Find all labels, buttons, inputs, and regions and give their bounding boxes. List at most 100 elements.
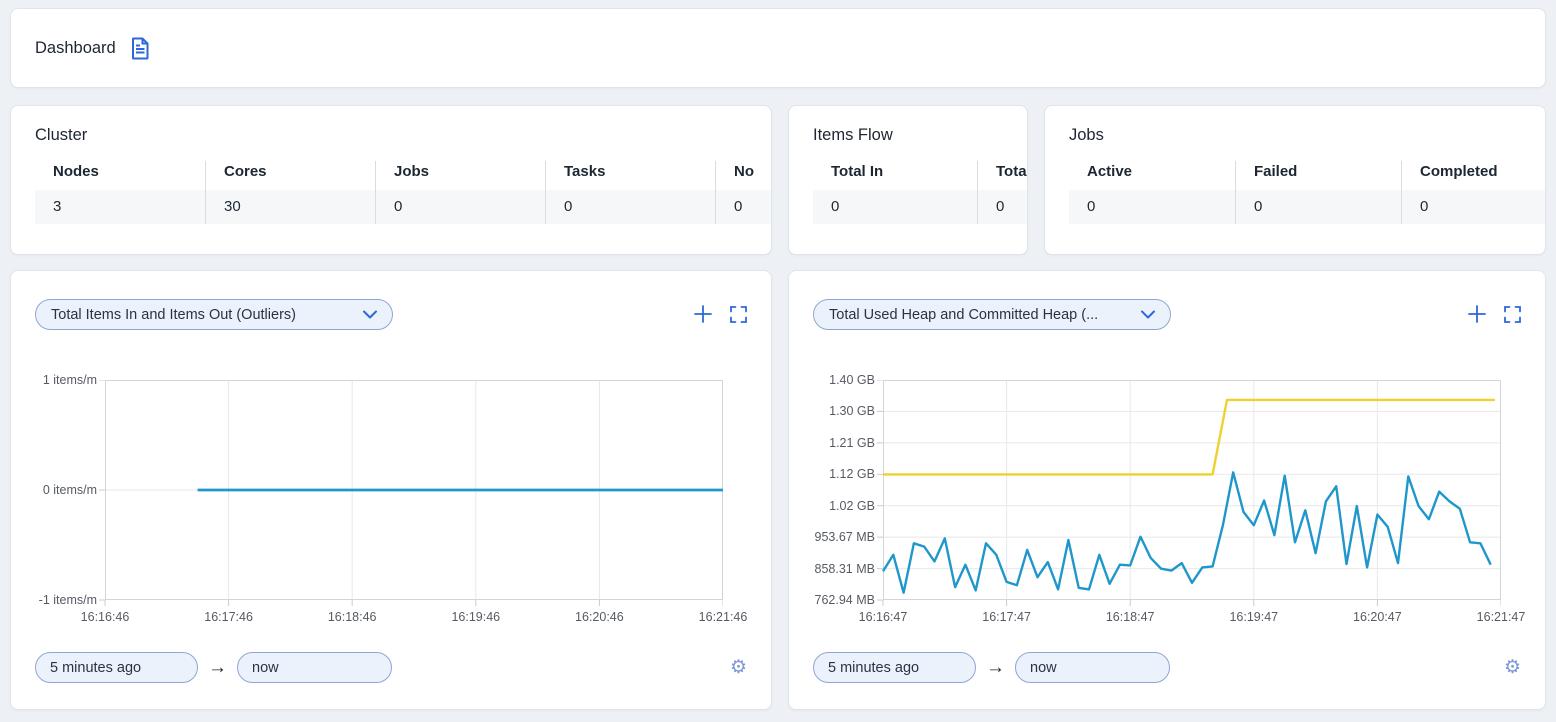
- cluster-stats-table: Nodes 3 Cores 30 Jobs 0 Tasks 0 No 0: [35, 161, 772, 224]
- stat-header: Nodes: [35, 161, 205, 185]
- items-flow-card: Items Flow Total In 0 Total Out 0: [788, 105, 1028, 255]
- stat-header: Tasks: [546, 161, 715, 185]
- jobs-stats-table: Active 0 Failed 0 Completed 0: [1069, 161, 1546, 224]
- panel-actions: [1468, 305, 1521, 323]
- stat-column-nodes: Nodes 3: [35, 161, 205, 224]
- stat-value: 0: [1236, 190, 1401, 224]
- x-axis-tick-label: 16:19:46: [451, 610, 500, 624]
- fullscreen-icon: [730, 306, 747, 323]
- y-axis-tick-label: 1.12 GB: [829, 467, 875, 481]
- settings-gear-icon[interactable]: ⚙: [730, 658, 747, 677]
- x-axis-tick-label: 16:21:46: [699, 610, 748, 624]
- stat-column-jobs: Jobs 0: [375, 161, 545, 224]
- page-title: Dashboard: [35, 39, 116, 58]
- y-axis-tick-label: 1.21 GB: [829, 436, 875, 450]
- stat-header: No: [716, 161, 772, 185]
- y-axis-tick-label: 762.94 MB: [815, 593, 875, 607]
- stat-header: Jobs: [376, 161, 545, 185]
- plot-area: 16:16:4716:17:4716:18:4716:19:4716:20:47…: [877, 380, 1501, 626]
- stat-value: 0: [978, 190, 1028, 224]
- y-axis-labels: 1.40 GB1.30 GB1.21 GB1.12 GB1.02 GB953.6…: [813, 380, 877, 600]
- x-axis-tick-label: 16:19:47: [1229, 610, 1278, 624]
- items-chart: 1 items/m0 items/m-1 items/m 16:16:46 16:…: [35, 380, 747, 626]
- time-to-input[interactable]: [237, 652, 392, 683]
- stat-header: Cores: [206, 161, 375, 185]
- x-axis-tick-label: 16:21:47: [1477, 610, 1526, 624]
- chevron-down-icon: [363, 310, 377, 319]
- stat-header: Total In: [813, 161, 977, 185]
- stat-header: Failed: [1236, 161, 1401, 185]
- x-axis-tick-label: 16:20:46: [575, 610, 624, 624]
- y-axis-labels: 1 items/m0 items/m-1 items/m: [35, 380, 99, 600]
- fullscreen-button[interactable]: [730, 306, 747, 323]
- panel-header: Total Used Heap and Committed Heap (...: [813, 299, 1521, 330]
- dashboard-page: Dashboard Cluster Nodes 3 Cores 30: [0, 0, 1556, 722]
- x-axis-tick-label: 16:18:47: [1106, 610, 1155, 624]
- time-from-input[interactable]: [813, 652, 976, 683]
- x-axis-tick-label: 16:18:46: [328, 610, 377, 624]
- fullscreen-button[interactable]: [1504, 306, 1521, 323]
- items-flow-stats-table: Total In 0 Total Out 0: [813, 161, 1028, 224]
- stat-column-failed: Failed 0: [1235, 161, 1401, 224]
- y-axis-tick-label: 858.31 MB: [815, 562, 875, 576]
- x-axis-tick-label: 16:16:46: [81, 610, 130, 624]
- stat-value: 3: [35, 190, 205, 224]
- stat-value: 30: [206, 190, 375, 224]
- stat-header: Active: [1069, 161, 1235, 185]
- panel-footer: → ⚙: [813, 652, 1521, 683]
- charts-row: Total Items In and Items Out (Outliers) …: [10, 270, 1546, 710]
- chart-selector-label: Total Used Heap and Committed Heap (...: [829, 307, 1098, 323]
- arrow-right-icon: →: [986, 657, 1005, 679]
- stat-column-active: Active 0: [1069, 161, 1235, 224]
- y-axis-tick-label: 1.30 GB: [829, 404, 875, 418]
- cluster-card: Cluster Nodes 3 Cores 30 Jobs 0 Tasks 0: [10, 105, 772, 255]
- stat-header: Completed: [1402, 161, 1546, 185]
- chevron-down-icon: [1141, 310, 1155, 319]
- stat-header: Total Out: [978, 161, 1028, 185]
- plus-icon: [694, 305, 712, 323]
- stat-column-total-in: Total In 0: [813, 161, 977, 224]
- chart-selector-dropdown[interactable]: Total Used Heap and Committed Heap (...: [813, 299, 1171, 330]
- items-line-plot: [99, 380, 723, 606]
- add-chart-button[interactable]: [694, 305, 712, 323]
- x-axis-labels: 16:16:4616:17:4616:18:4616:19:4616:20:46…: [99, 606, 723, 626]
- stat-column-truncated: No 0: [715, 161, 772, 224]
- stats-row: Cluster Nodes 3 Cores 30 Jobs 0 Tasks 0: [10, 105, 1546, 255]
- stat-value: 0: [1402, 190, 1546, 224]
- document-icon[interactable]: [130, 37, 151, 60]
- fullscreen-icon: [1504, 306, 1521, 323]
- items-flow-card-title: Items Flow: [813, 126, 1003, 145]
- heap-line-plot: [877, 380, 1501, 606]
- stat-column-cores: Cores 30: [205, 161, 375, 224]
- stat-value: 0: [546, 190, 715, 224]
- arrow-right-icon: →: [208, 657, 227, 679]
- chart-selector-dropdown[interactable]: Total Items In and Items Out (Outliers): [35, 299, 393, 330]
- time-from-input[interactable]: [35, 652, 198, 683]
- x-axis-tick-label: 16:17:47: [982, 610, 1031, 624]
- heap-chart-panel: Total Used Heap and Committed Heap (... …: [788, 270, 1546, 710]
- x-axis-tick-label: 16:20:47: [1353, 610, 1402, 624]
- panel-actions: [694, 305, 747, 323]
- plus-icon: [1468, 305, 1486, 323]
- time-to-input[interactable]: [1015, 652, 1170, 683]
- chart-selector-label: Total Items In and Items Out (Outliers): [51, 307, 296, 323]
- y-axis-tick-label: 953.67 MB: [815, 530, 875, 544]
- stat-value: 0: [813, 190, 977, 224]
- y-axis-tick-label: 1.02 GB: [829, 499, 875, 513]
- stat-column-completed: Completed 0: [1401, 161, 1546, 224]
- panel-header: Total Items In and Items Out (Outliers): [35, 299, 747, 330]
- stat-value: 0: [376, 190, 545, 224]
- x-axis-tick-label: 16:17:46: [204, 610, 253, 624]
- cluster-card-title: Cluster: [35, 126, 747, 145]
- stat-value: 0: [1069, 190, 1235, 224]
- settings-gear-icon[interactable]: ⚙: [1504, 658, 1521, 677]
- jobs-card: Jobs Active 0 Failed 0 Completed 0: [1044, 105, 1546, 255]
- panel-footer: → ⚙: [35, 652, 747, 683]
- x-axis-tick-label: 16:16:47: [859, 610, 908, 624]
- topbar: Dashboard: [10, 8, 1546, 88]
- x-axis-labels: 16:16:4716:17:4716:18:4716:19:4716:20:47…: [877, 606, 1501, 626]
- plot-area: 16:16:4616:17:4616:18:4616:19:4616:20:46…: [99, 380, 723, 626]
- y-axis-tick-label: 1.40 GB: [829, 373, 875, 387]
- add-chart-button[interactable]: [1468, 305, 1486, 323]
- jobs-card-title: Jobs: [1069, 126, 1521, 145]
